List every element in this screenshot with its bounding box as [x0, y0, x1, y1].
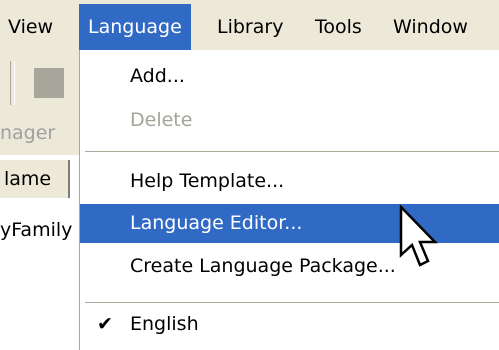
mouse-pointer-icon — [399, 205, 438, 267]
manager-panel-header: nager — [0, 117, 80, 155]
menu-tools[interactable]: Tools — [306, 10, 371, 44]
list-item[interactable]: yFamily — [0, 219, 72, 241]
menu-library[interactable]: Library — [208, 10, 292, 44]
language-menu-dropdown: Add... Delete Help Template... Language … — [79, 50, 499, 350]
toolbar-button-icon[interactable] — [34, 68, 64, 98]
menu-bar: View Language Library Tools Window — [0, 0, 499, 51]
menu-separator — [85, 151, 499, 152]
menu-view[interactable]: View — [0, 10, 62, 44]
menu-item-add[interactable]: Add... — [80, 57, 499, 96]
manager-label: nager — [0, 122, 56, 144]
menu-item-help-template[interactable]: Help Template... — [80, 162, 499, 201]
menu-language[interactable]: Language — [79, 4, 191, 50]
menu-item-english-label: English — [130, 313, 199, 335]
menu-item-english[interactable]: ✔ English — [80, 305, 499, 344]
menu-window[interactable]: Window — [384, 10, 477, 44]
column-header-name[interactable]: lame — [0, 160, 70, 198]
checkmark-icon: ✔ — [97, 313, 113, 335]
background-app: nager lame yFamily — [0, 51, 80, 340]
toolbar-separator — [10, 61, 15, 105]
menu-item-delete: Delete — [130, 109, 193, 131]
menu-separator — [85, 302, 499, 303]
toolbar — [0, 51, 80, 117]
